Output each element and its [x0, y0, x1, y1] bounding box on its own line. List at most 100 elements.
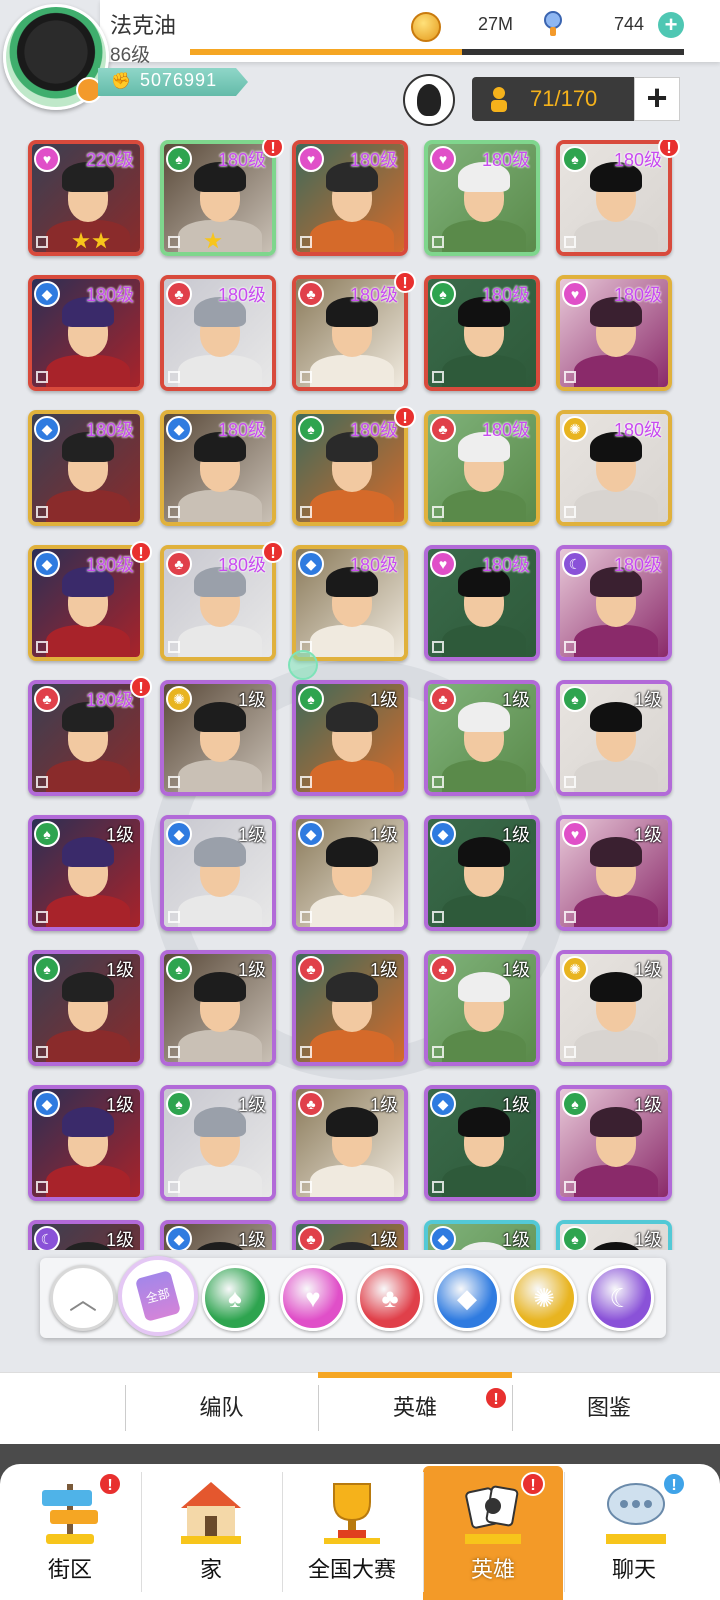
hero-card[interactable]: ♥ 180级 — [292, 140, 408, 256]
hero-card[interactable]: ♣ 180级 — [28, 680, 144, 796]
hero-card[interactable]: ♣ 1级 — [424, 680, 540, 796]
nav-chat-bubble[interactable]: 聊天! — [564, 1466, 704, 1600]
hero-level: 1级 — [369, 690, 398, 710]
hero-level: 1级 — [633, 690, 662, 710]
filter-all-button[interactable]: 全部 — [118, 1256, 198, 1336]
hero-card[interactable]: ◆ 1级 — [160, 815, 276, 931]
faction-spade-icon: ♠ — [166, 956, 192, 982]
hero-level: 1级 — [105, 1230, 134, 1250]
nav-label: 聊天 — [611, 1557, 656, 1582]
hero-equip-indicator — [168, 506, 180, 518]
hero-card[interactable]: ♠ 1级 — [556, 1085, 672, 1201]
hero-card[interactable]: ♠ 1级 — [28, 815, 144, 931]
hero-equip-indicator — [564, 506, 576, 518]
faction-moon-icon: ☾ — [34, 1226, 60, 1250]
nav-hero-cards[interactable]: 英雄! — [423, 1466, 563, 1600]
hero-card[interactable]: ♣ 180级 — [292, 275, 408, 391]
filter-club-button[interactable]: ♣ — [357, 1265, 423, 1331]
hero-card[interactable]: ◆ 1级 — [292, 815, 408, 931]
faction-club-icon: ♣ — [34, 686, 60, 712]
hero-card[interactable]: ♣ 180级 — [160, 275, 276, 391]
hero-card[interactable]: ◆ 180级 — [160, 410, 276, 526]
hero-card[interactable]: ◆ 1级 — [160, 1220, 276, 1250]
nav-trophy[interactable]: 全国大赛 — [282, 1466, 422, 1600]
hero-card[interactable]: ♠ 180级 — [424, 275, 540, 391]
hero-card[interactable]: ♣ 1级 — [424, 950, 540, 1066]
hero-card[interactable]: ♣ 180级 — [424, 410, 540, 526]
hero-cards-icon — [465, 1485, 521, 1544]
tab-formation[interactable]: 编队 — [125, 1372, 318, 1444]
hero-alert-badge: ! — [394, 271, 416, 293]
hero-card[interactable]: ✺ 1级 — [160, 680, 276, 796]
hero-equip-indicator — [564, 371, 576, 383]
faction-spade-icon: ♠ — [430, 281, 456, 307]
hero-card[interactable]: ♠ 1级 — [28, 950, 144, 1066]
hero-equip-indicator — [300, 1181, 312, 1193]
hero-alert-badge: ! — [130, 676, 152, 698]
hero-card[interactable]: ♠ 180级 — [160, 140, 276, 256]
hero-card[interactable]: ◆ 1级 — [28, 1085, 144, 1201]
hero-equip-indicator — [168, 911, 180, 923]
nav-street-sign[interactable]: 街区! — [0, 1466, 140, 1600]
hero-grid[interactable]: ♥ 220级 ♠ 180级! ♥ 180级 ♥ 180级 ♠ 180级! ◆ 180级 ♣ 180级 ♣ 18… — [0, 140, 720, 1250]
hero-card[interactable]: ◆ 1级 — [424, 1085, 540, 1201]
hero-card[interactable]: ◆ 180级 — [292, 545, 408, 661]
hero-equip-indicator — [564, 911, 576, 923]
filter-diamond-button[interactable]: ◆ — [434, 1265, 500, 1331]
hero-card[interactable]: ♣ 1级 — [292, 1220, 408, 1250]
player-avatar[interactable] — [3, 4, 109, 110]
add-gems-button[interactable]: + — [658, 12, 684, 38]
hero-card[interactable]: ◆ 180级 — [28, 545, 144, 661]
hero-card[interactable]: ♥ 180级 — [424, 140, 540, 256]
faction-club-icon: ♣ — [298, 956, 324, 982]
filter-sun-button[interactable]: ✺ — [511, 1265, 577, 1331]
guild-mask-icon[interactable] — [403, 74, 455, 126]
hero-level: 220级 — [85, 150, 134, 170]
hero-level: 180级 — [613, 555, 662, 575]
hero-level: 1级 — [501, 1230, 530, 1250]
hero-equip-indicator — [564, 641, 576, 653]
hero-card[interactable]: ♠ 1级 — [292, 680, 408, 796]
nav-house[interactable]: 家 — [141, 1466, 281, 1600]
faction-club-icon: ♣ — [166, 551, 192, 577]
hero-card[interactable]: ♠ 180级 — [292, 410, 408, 526]
tab-codex[interactable]: 图鉴 — [512, 1372, 706, 1444]
hero-card[interactable]: ♠ 1级 — [556, 1220, 672, 1250]
hero-card[interactable]: ♥ 220级 — [28, 140, 144, 256]
hero-card[interactable]: ♠ 1级 — [160, 950, 276, 1066]
hero-card[interactable]: ◆ 1级 — [424, 1220, 540, 1250]
hero-card[interactable]: ◆ 180级 — [28, 410, 144, 526]
hero-card[interactable]: ✺ 180级 — [556, 410, 672, 526]
hero-card[interactable]: ♠ 180级 — [556, 140, 672, 256]
faction-spade-icon: ♠ — [298, 416, 324, 442]
collapse-filter-button[interactable]: ︿ — [50, 1265, 116, 1331]
faction-spade-icon: ♠ — [298, 686, 324, 712]
faction-club-icon: ♣ — [298, 1226, 324, 1250]
filter-moon-button[interactable]: ☾ — [588, 1265, 654, 1331]
hero-card[interactable]: ♠ 1级 — [556, 680, 672, 796]
nav-alert-badge: ! — [662, 1472, 686, 1496]
hero-card[interactable]: ☾ 180级 — [556, 545, 672, 661]
hero-card[interactable]: ♠ 1级 — [160, 1085, 276, 1201]
hero-card[interactable]: ◆ 1级 — [424, 815, 540, 931]
filter-heart-button[interactable]: ♥ — [280, 1265, 346, 1331]
hero-card[interactable]: ♥ 1级 — [556, 815, 672, 931]
hero-card[interactable]: ♥ 180级 — [556, 275, 672, 391]
faction-heart-icon: ♥ — [562, 821, 588, 847]
hero-card[interactable]: ◆ 180级 — [28, 275, 144, 391]
hero-card[interactable]: ✺ 1级 — [556, 950, 672, 1066]
tab-heroes[interactable]: 英雄 — [318, 1372, 512, 1444]
filter-all-label: 全部 — [134, 1270, 182, 1322]
filter-spade-button[interactable]: ♠ — [202, 1265, 268, 1331]
hero-card[interactable]: ♣ 180级 — [160, 545, 276, 661]
faction-diamond-icon: ◆ — [34, 1091, 60, 1117]
hero-equip-indicator — [168, 776, 180, 788]
hero-level: 180级 — [349, 285, 398, 305]
exp-bar-fill — [190, 49, 462, 55]
hero-equip-indicator — [432, 236, 444, 248]
hero-card[interactable]: ☾ 1级 — [28, 1220, 144, 1250]
hero-card[interactable]: ♣ 1级 — [292, 1085, 408, 1201]
hero-card[interactable]: ♣ 1级 — [292, 950, 408, 1066]
expand-capacity-button[interactable]: + — [634, 77, 680, 121]
hero-card[interactable]: ♥ 180级 — [424, 545, 540, 661]
